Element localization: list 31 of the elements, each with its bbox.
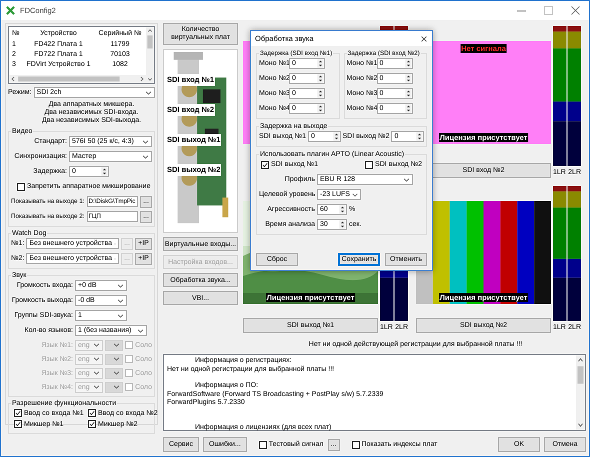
checkbox[interactable] (352, 440, 360, 448)
spin-buttons[interactable] (339, 205, 346, 214)
dropdown[interactable] (104, 354, 124, 364)
app-icon (6, 6, 15, 15)
spin-buttons[interactable] (317, 104, 324, 113)
dropdown[interactable] (104, 368, 124, 378)
scrollbar[interactable] (146, 27, 154, 83)
close-icon[interactable] (420, 34, 428, 42)
checkbox[interactable] (261, 160, 269, 168)
spin-buttons[interactable] (404, 104, 412, 113)
spin-buttons[interactable] (317, 74, 324, 83)
checkbox[interactable] (14, 420, 22, 428)
checkbox[interactable] (258, 440, 267, 448)
spin-buttons[interactable] (101, 167, 108, 176)
checkbox[interactable] (88, 409, 96, 417)
scrollbar[interactable] (9, 75, 146, 83)
spin-buttons[interactable] (404, 74, 412, 83)
scrollbar[interactable] (576, 355, 585, 430)
spin-buttons[interactable] (416, 132, 423, 141)
checkbox[interactable] (14, 409, 22, 417)
spin-buttons[interactable] (404, 89, 412, 98)
spin-buttons[interactable] (317, 59, 324, 68)
dropdown[interactable] (104, 340, 124, 350)
spin-buttons[interactable] (404, 59, 412, 68)
spin-buttons[interactable] (317, 89, 324, 98)
spin-buttons[interactable] (339, 220, 346, 229)
checkbox[interactable] (17, 182, 25, 190)
dropdown[interactable] (104, 382, 124, 392)
checkbox[interactable] (88, 420, 96, 428)
checkbox[interactable] (365, 160, 374, 168)
spin-buttons[interactable] (332, 132, 340, 141)
